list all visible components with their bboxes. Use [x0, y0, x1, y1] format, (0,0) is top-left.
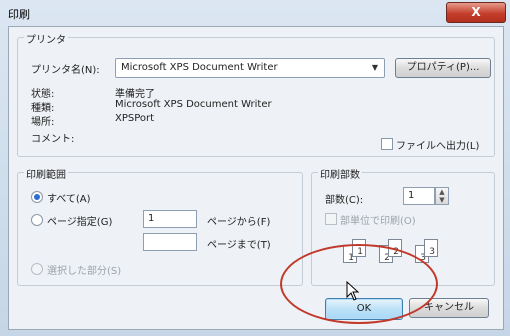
collate-page: 2	[388, 239, 402, 257]
printer-name-select[interactable]: Microsoft XPS Document Writer ▼	[115, 58, 385, 78]
chevron-down-icon[interactable]: ▼	[368, 61, 382, 74]
printer-name-label: プリンタ名(N):	[31, 65, 100, 76]
to-page-input[interactable]	[143, 233, 197, 251]
print-to-file-label: ファイルへ出力(L)	[396, 141, 480, 152]
collate-page: 1	[352, 239, 366, 257]
collate-checkbox[interactable]	[325, 213, 337, 225]
dialog-client-area: プリンタ プリンタ名(N): Microsoft XPS Document Wr…	[8, 26, 504, 330]
range-selection-label: 選択した部分(S)	[47, 266, 122, 277]
from-page-value: 1	[148, 213, 155, 224]
printer-name-value: Microsoft XPS Document Writer	[121, 62, 278, 73]
range-selection-radio[interactable]	[31, 263, 43, 275]
ok-button[interactable]: OK	[325, 298, 403, 320]
copies-count-value: 1	[408, 190, 415, 201]
copies-count-label: 部数(C):	[325, 195, 364, 206]
comment-label: コメント:	[31, 134, 75, 145]
range-pages-radio[interactable]	[31, 214, 43, 226]
type-label: 種類:	[31, 103, 55, 114]
mouse-cursor-icon	[346, 281, 360, 301]
copies-spin-button[interactable]: ▲ ▼	[435, 187, 449, 205]
where-value: XPSPort	[115, 113, 155, 124]
to-page-label: ページまで(T)	[207, 240, 271, 251]
from-page-label: ページから(F)	[207, 217, 271, 228]
print-to-file-checkbox[interactable]	[381, 138, 393, 150]
status-label: 状態:	[31, 89, 55, 100]
title-bar[interactable]: 印刷 X	[0, 0, 510, 26]
dialog-title: 印刷	[8, 8, 30, 21]
collate-pages-icon: 1 1 2 2 3 3	[343, 231, 453, 271]
close-button[interactable]: X	[446, 2, 506, 23]
print-dialog: 印刷 X プリンタ プリンタ名(N): Microsoft XPS Docume…	[0, 0, 510, 336]
from-page-input[interactable]: 1	[143, 210, 197, 228]
status-value: 準備完了	[115, 89, 155, 100]
range-pages-label: ページ指定(G)	[47, 217, 113, 228]
range-all-radio[interactable]	[31, 191, 43, 203]
copies-group-label: 印刷部数	[318, 166, 362, 181]
collate-page: 3	[424, 239, 438, 257]
properties-button[interactable]: プロパティ(P)...	[395, 58, 491, 78]
cancel-button[interactable]: キャンセル	[409, 298, 489, 318]
copies-count-input[interactable]: 1	[403, 187, 435, 205]
range-all-label: すべて(A)	[47, 194, 91, 205]
collate-label: 部単位で印刷(O)	[340, 216, 416, 227]
type-value: Microsoft XPS Document Writer	[115, 99, 272, 110]
print-range-group-label: 印刷範囲	[24, 166, 68, 181]
where-label: 場所:	[31, 117, 55, 128]
printer-group-label: プリンタ	[24, 31, 68, 46]
